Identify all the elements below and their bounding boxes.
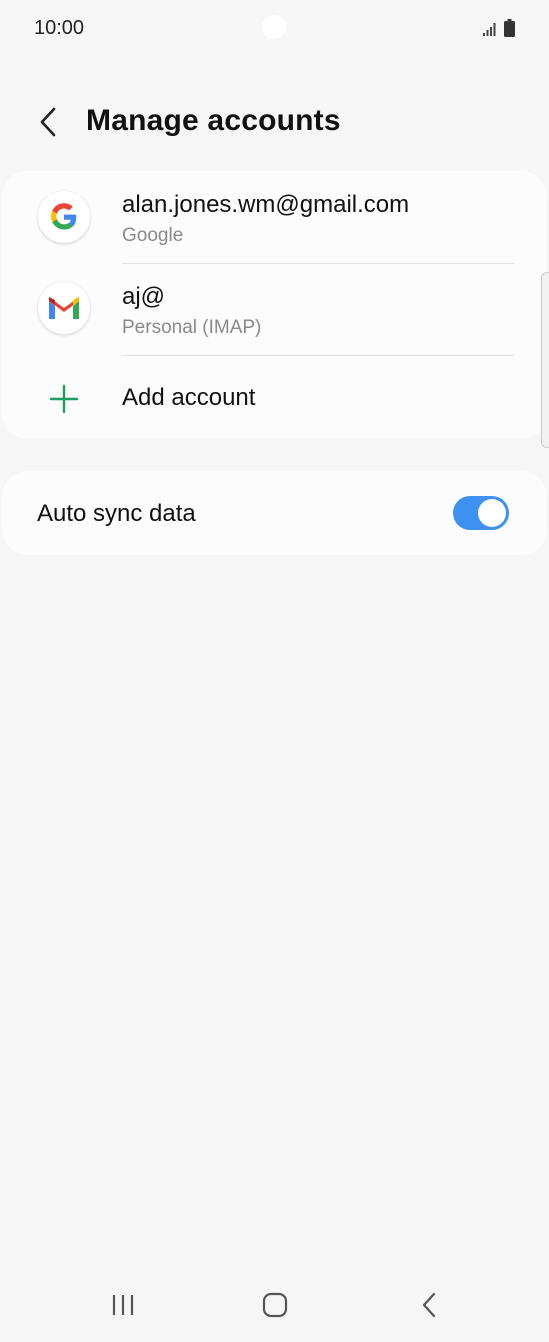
status-bar: 10:00: [0, 0, 549, 58]
signal-icon: [483, 23, 496, 36]
accounts-card: alan.jones.wm@gmail.com Google aj@ Perso…: [2, 171, 547, 439]
navigation-bar: [0, 1270, 549, 1340]
edge-panel-handle[interactable]: [541, 272, 549, 448]
status-time: 10:00: [34, 17, 85, 39]
account-row-google[interactable]: alan.jones.wm@gmail.com Google: [2, 171, 547, 263]
auto-sync-card[interactable]: Auto sync data: [2, 471, 547, 555]
account-type: Google: [122, 225, 184, 246]
recents-button[interactable]: [103, 1288, 143, 1322]
front-camera-cutout: [262, 15, 286, 39]
home-button[interactable]: [255, 1288, 295, 1322]
recents-icon: [112, 1295, 134, 1315]
add-account-button[interactable]: Add account: [2, 356, 547, 439]
plus-icon: [49, 384, 79, 414]
back-button[interactable]: [28, 102, 68, 142]
auto-sync-toggle[interactable]: [453, 496, 509, 530]
account-row-imap[interactable]: aj@ Personal (IMAP): [2, 264, 547, 355]
gmail-icon: [38, 282, 90, 334]
account-email: alan.jones.wm@gmail.com: [122, 191, 410, 218]
page-title: Manage accounts: [86, 104, 341, 137]
battery-icon: [504, 19, 515, 37]
nav-back-button[interactable]: [409, 1288, 449, 1322]
auto-sync-label: Auto sync data: [37, 500, 196, 527]
account-email: aj@: [122, 283, 166, 310]
back-icon: [422, 1292, 436, 1318]
app-header: Manage accounts: [0, 88, 549, 158]
chevron-left-icon: [40, 107, 56, 137]
toggle-knob: [478, 499, 506, 527]
phone-screen: 10:00 Manage accounts alan.jones.wm@gmai…: [0, 0, 549, 1342]
home-icon: [262, 1292, 288, 1318]
google-icon: [38, 191, 90, 243]
account-type: Personal (IMAP): [122, 317, 262, 338]
add-account-label: Add account: [122, 384, 256, 411]
